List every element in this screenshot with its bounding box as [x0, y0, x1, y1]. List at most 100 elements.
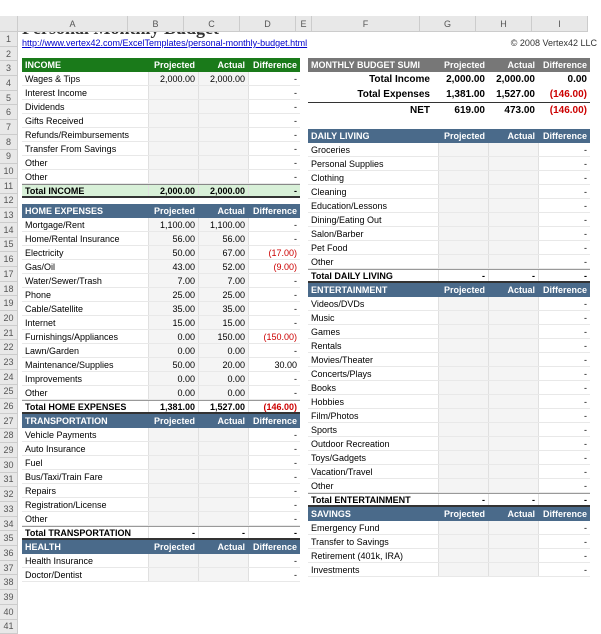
cell-projected[interactable]: 0.00 — [148, 386, 198, 399]
cell-projected[interactable]: 25.00 — [148, 288, 198, 301]
cell-actual[interactable] — [488, 423, 538, 436]
row-header-24[interactable]: 24 — [0, 370, 18, 385]
cell-projected[interactable]: 2,000.00 — [148, 72, 198, 85]
cell-projected[interactable] — [438, 325, 488, 338]
cell-actual[interactable] — [488, 199, 538, 212]
cell-projected[interactable] — [438, 339, 488, 352]
line-item[interactable]: Emergency Fund- — [308, 521, 590, 535]
cell-projected[interactable] — [148, 428, 198, 441]
cell-actual[interactable] — [488, 185, 538, 198]
line-item[interactable]: Clothing- — [308, 171, 590, 185]
line-item[interactable]: Toys/Gadgets- — [308, 451, 590, 465]
cell-actual[interactable] — [488, 143, 538, 156]
line-item[interactable]: Groceries- — [308, 143, 590, 157]
cell-actual[interactable] — [198, 100, 248, 113]
cell-actual[interactable] — [488, 409, 538, 422]
cell-projected[interactable] — [438, 171, 488, 184]
cell-actual[interactable] — [488, 297, 538, 310]
cell-projected[interactable] — [438, 157, 488, 170]
row-header-10[interactable]: 10 — [0, 164, 18, 179]
col-header-A[interactable]: A — [18, 16, 128, 32]
row-header-21[interactable]: 21 — [0, 326, 18, 341]
cell-actual[interactable]: 7.00 — [198, 274, 248, 287]
line-item[interactable]: Pet Food- — [308, 241, 590, 255]
cell-projected[interactable] — [148, 170, 198, 183]
cell-actual[interactable] — [198, 170, 248, 183]
cell-actual[interactable] — [488, 381, 538, 394]
cell-projected[interactable] — [148, 86, 198, 99]
cell-actual[interactable] — [488, 367, 538, 380]
col-header-B[interactable]: B — [128, 16, 184, 32]
row-header-33[interactable]: 33 — [0, 502, 18, 517]
cell-actual[interactable] — [488, 549, 538, 562]
cell-projected[interactable] — [438, 227, 488, 240]
row-header-11[interactable]: 11 — [0, 179, 18, 194]
cell-actual[interactable]: 52.00 — [198, 260, 248, 273]
cell-actual[interactable]: 0.00 — [198, 344, 248, 357]
row-header-17[interactable]: 17 — [0, 267, 18, 282]
cell-projected[interactable] — [438, 381, 488, 394]
cell-projected[interactable] — [438, 241, 488, 254]
cell-projected[interactable] — [148, 442, 198, 455]
line-item[interactable]: Investments- — [308, 563, 590, 577]
cell-projected[interactable]: 7.00 — [148, 274, 198, 287]
line-item[interactable]: Electricity50.0067.00(17.00) — [22, 246, 300, 260]
cell-projected[interactable] — [438, 451, 488, 464]
line-item[interactable]: Outdoor Recreation- — [308, 437, 590, 451]
row-header-16[interactable]: 16 — [0, 252, 18, 267]
cell-projected[interactable] — [438, 199, 488, 212]
line-item[interactable]: Cleaning- — [308, 185, 590, 199]
cell-actual[interactable]: 150.00 — [198, 330, 248, 343]
col-header-E[interactable]: E — [296, 16, 312, 32]
row-header-15[interactable]: 15 — [0, 238, 18, 253]
row-header-34[interactable]: 34 — [0, 517, 18, 532]
cell-actual[interactable] — [198, 470, 248, 483]
line-item[interactable]: Games- — [308, 325, 590, 339]
cell-actual[interactable] — [198, 128, 248, 141]
cell-projected[interactable]: 43.00 — [148, 260, 198, 273]
row-header-18[interactable]: 18 — [0, 282, 18, 297]
select-all[interactable] — [0, 16, 18, 32]
cell-actual[interactable] — [488, 241, 538, 254]
cell-actual[interactable] — [198, 498, 248, 511]
row-header-29[interactable]: 29 — [0, 443, 18, 458]
row-header-6[interactable]: 6 — [0, 105, 18, 120]
cell-projected[interactable]: 0.00 — [148, 372, 198, 385]
line-item[interactable]: Repairs- — [22, 484, 300, 498]
line-item[interactable]: Books- — [308, 381, 590, 395]
cell-actual[interactable] — [488, 255, 538, 268]
col-header-I[interactable]: I — [532, 16, 588, 32]
cell-actual[interactable] — [488, 437, 538, 450]
col-header-G[interactable]: G — [420, 16, 476, 32]
row-header-32[interactable]: 32 — [0, 487, 18, 502]
row-header-38[interactable]: 38 — [0, 575, 18, 590]
cell-projected[interactable] — [438, 423, 488, 436]
row-header-14[interactable]: 14 — [0, 223, 18, 238]
cell-projected[interactable] — [438, 367, 488, 380]
line-item[interactable]: Water/Sewer/Trash7.007.00- — [22, 274, 300, 288]
cell-actual[interactable]: 56.00 — [198, 232, 248, 245]
cell-projected[interactable] — [438, 185, 488, 198]
line-item[interactable]: Hobbies- — [308, 395, 590, 409]
cell-actual[interactable] — [488, 171, 538, 184]
row-header-3[interactable]: 3 — [0, 61, 18, 76]
cell-actual[interactable] — [198, 484, 248, 497]
cell-projected[interactable] — [438, 479, 488, 492]
cell-actual[interactable] — [488, 227, 538, 240]
cell-projected[interactable]: 50.00 — [148, 246, 198, 259]
row-header-41[interactable]: 41 — [0, 620, 18, 634]
cell-projected[interactable] — [438, 297, 488, 310]
cell-projected[interactable] — [148, 100, 198, 113]
line-item[interactable]: Mortgage/Rent1,100.001,100.00- — [22, 218, 300, 232]
line-item[interactable]: Transfer From Savings- — [22, 142, 300, 156]
cell-projected[interactable] — [438, 535, 488, 548]
cell-projected[interactable] — [148, 156, 198, 169]
cell-actual[interactable] — [488, 535, 538, 548]
line-item[interactable]: Film/Photos- — [308, 409, 590, 423]
line-item[interactable]: Dividends- — [22, 100, 300, 114]
line-item[interactable]: Refunds/Reimbursements- — [22, 128, 300, 142]
row-header-7[interactable]: 7 — [0, 120, 18, 135]
cell-projected[interactable] — [438, 563, 488, 576]
line-item[interactable]: Gas/Oil43.0052.00(9.00) — [22, 260, 300, 274]
cell-actual[interactable] — [488, 563, 538, 576]
